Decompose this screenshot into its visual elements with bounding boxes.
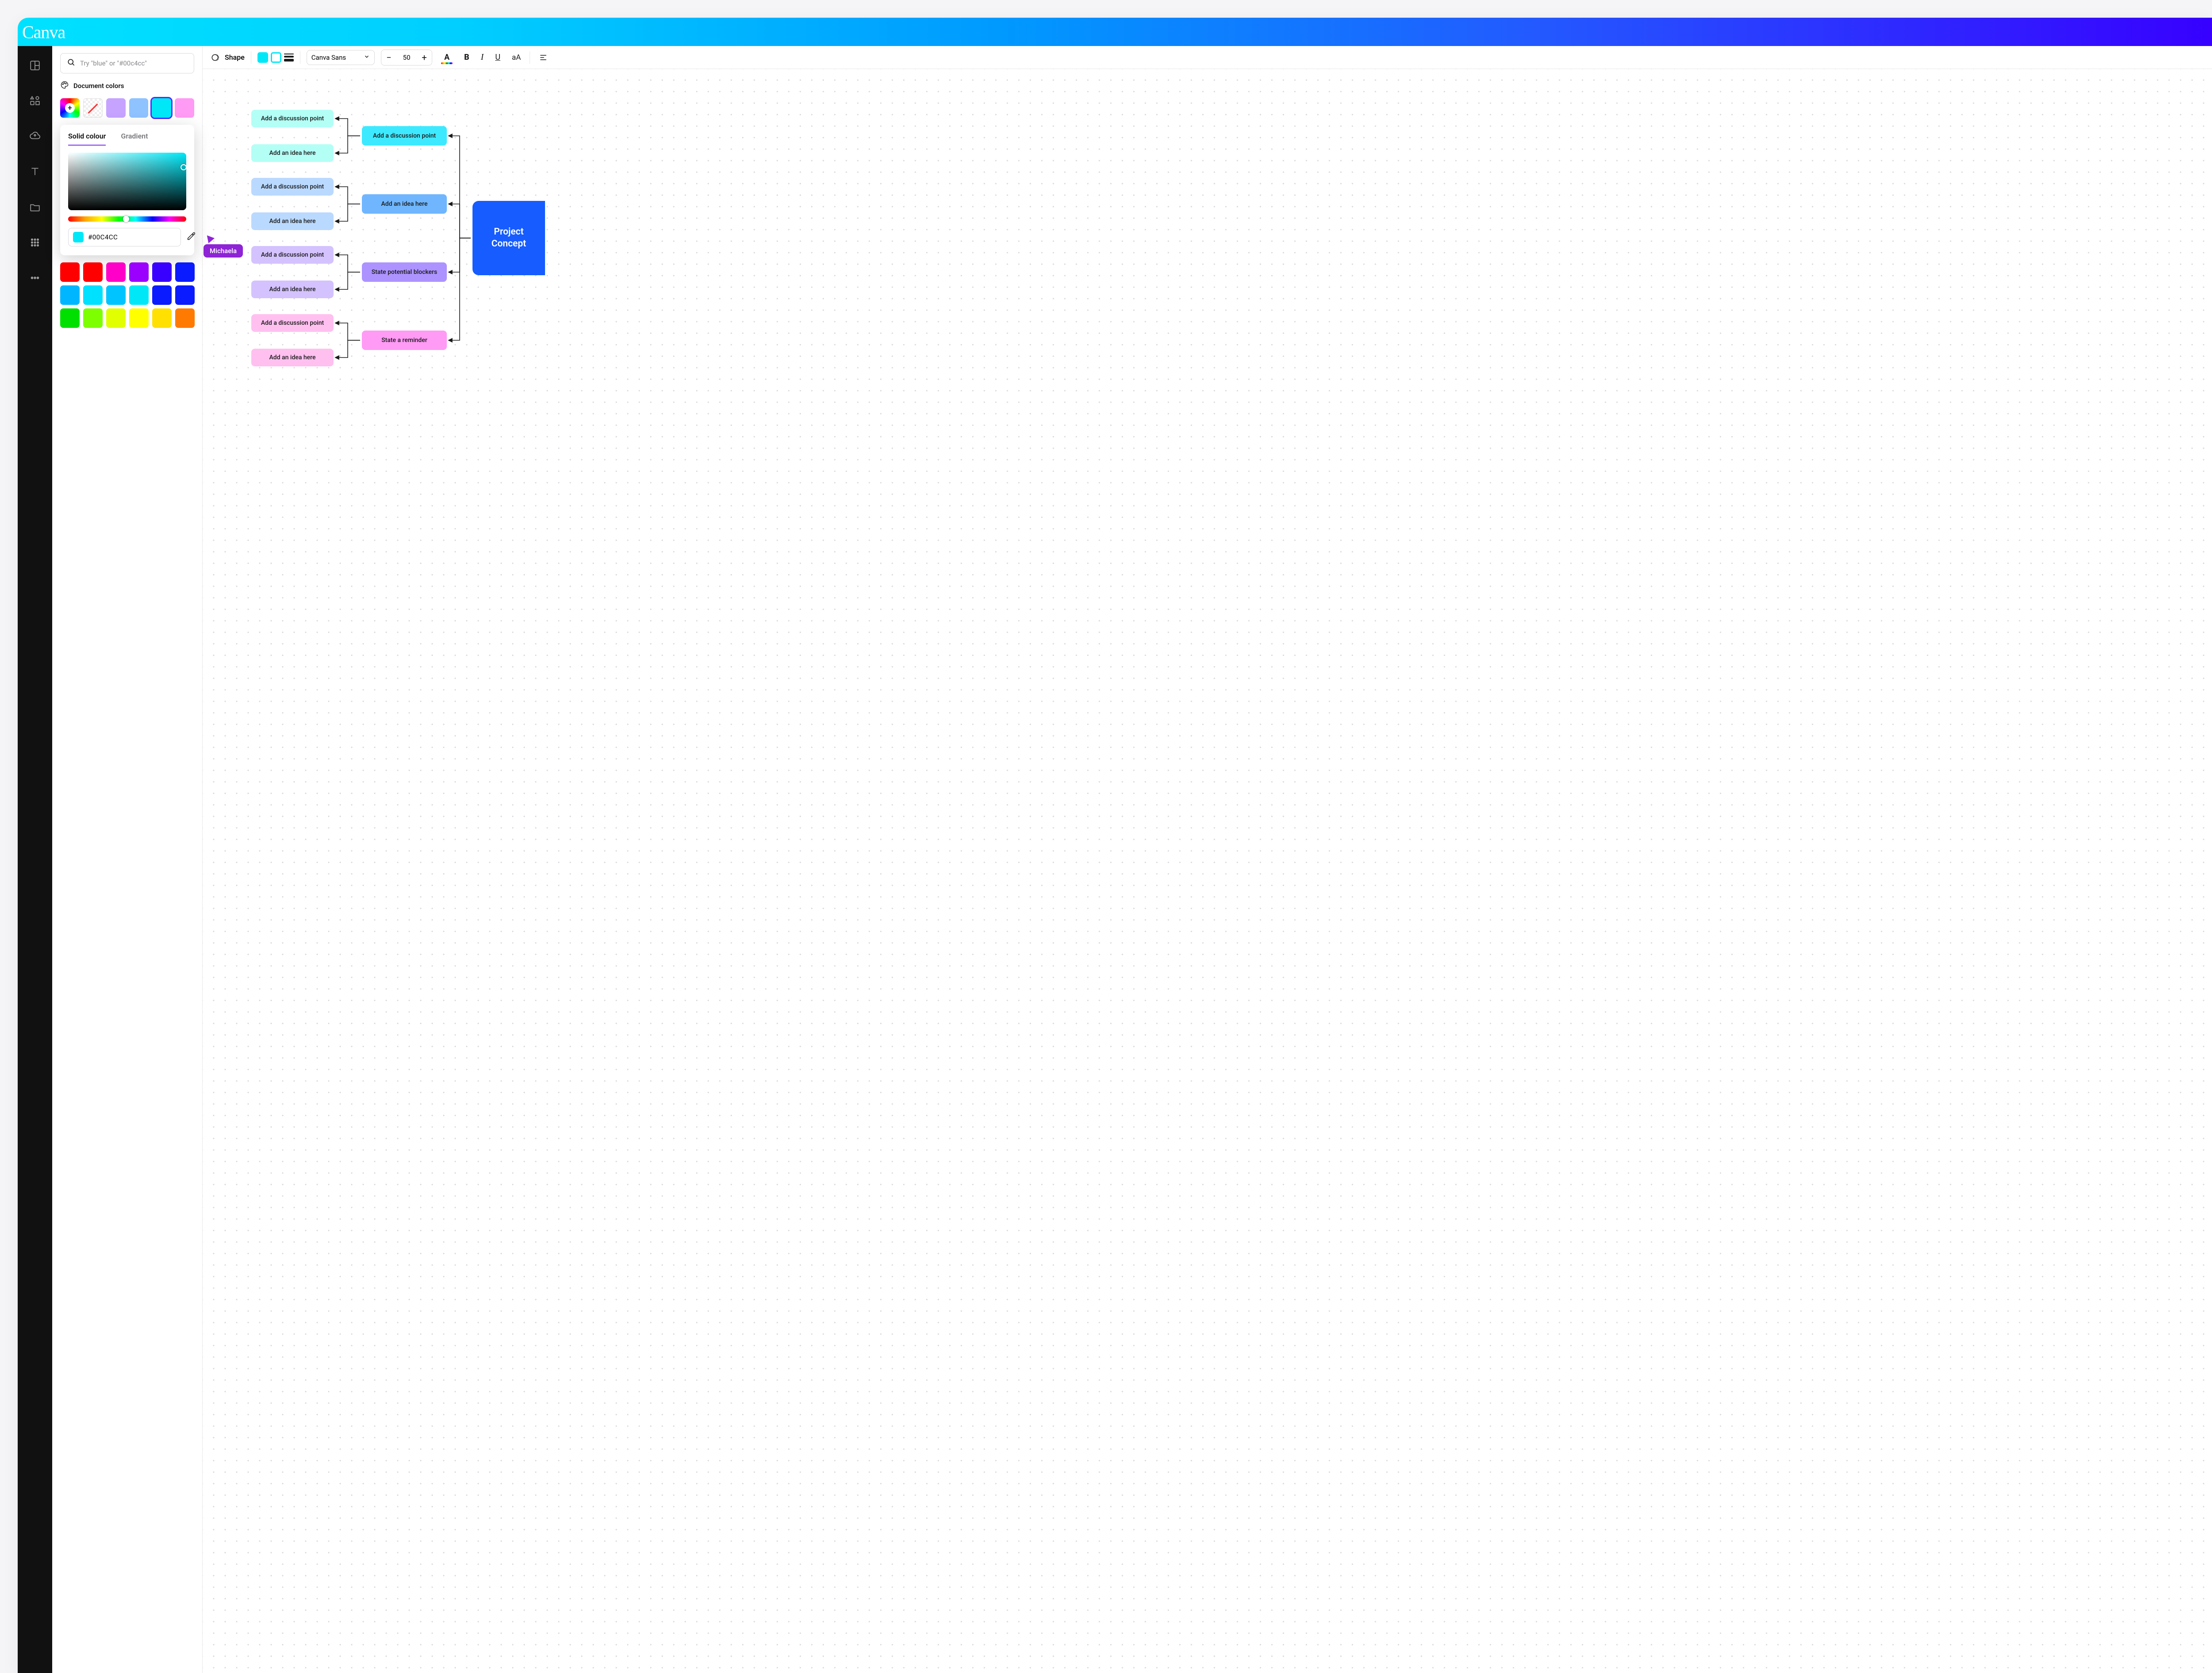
underline-button[interactable]: U <box>492 50 503 65</box>
default-swatch[interactable] <box>175 285 195 305</box>
italic-button[interactable]: I <box>478 50 487 65</box>
default-swatch[interactable] <box>129 262 149 282</box>
tab-gradient[interactable]: Gradient <box>121 132 148 146</box>
document-colors-label: Document colors <box>73 82 124 90</box>
hex-input[interactable] <box>88 233 176 241</box>
default-swatch[interactable] <box>129 308 149 328</box>
uploads-icon[interactable] <box>29 130 41 142</box>
canvas-area: Shape Canva Sans <box>203 46 2212 1673</box>
leaf-node[interactable]: Add an idea here <box>251 212 334 230</box>
hue-slider[interactable] <box>68 216 186 222</box>
text-icon[interactable] <box>29 165 41 178</box>
default-swatch[interactable] <box>106 262 126 282</box>
doc-swatch-lightblue[interactable] <box>129 98 149 118</box>
more-icon[interactable] <box>29 272 41 284</box>
leaf-node[interactable]: Add an idea here <box>251 144 334 162</box>
default-swatch-grid <box>60 262 194 328</box>
left-rail <box>18 46 52 1673</box>
text-case-button[interactable]: aA <box>509 50 523 65</box>
default-swatch[interactable] <box>106 285 126 305</box>
default-swatch[interactable] <box>175 262 195 282</box>
default-swatch[interactable] <box>129 285 149 305</box>
tab-solid-colour[interactable]: Solid colour <box>68 132 106 146</box>
color-search[interactable] <box>60 53 194 73</box>
eyedropper-button[interactable] <box>186 231 196 243</box>
default-swatch[interactable] <box>60 308 80 328</box>
default-swatch[interactable] <box>106 308 126 328</box>
default-swatch[interactable] <box>83 308 103 328</box>
leaf-node[interactable]: Add an idea here <box>251 349 334 366</box>
decrease-size-button[interactable]: − <box>381 50 396 65</box>
picker-tabs: Solid colour Gradient <box>68 132 186 146</box>
font-family-label: Canva Sans <box>311 54 346 62</box>
add-color-swatch[interactable] <box>60 98 80 118</box>
stroke-color-button[interactable] <box>271 52 281 63</box>
top-bar: Canva <box>18 18 2212 46</box>
shape-label: Shape <box>225 53 245 62</box>
default-swatch[interactable] <box>175 308 195 328</box>
default-swatch[interactable] <box>152 308 172 328</box>
leaf-node[interactable]: Add a discussion point <box>251 314 334 332</box>
document-swatch-row <box>60 98 194 118</box>
fill-controls <box>257 52 294 63</box>
hue-handle[interactable] <box>123 216 129 222</box>
document-colors-header: Document colors <box>60 81 194 91</box>
fill-color-button[interactable] <box>257 52 268 63</box>
doc-swatch-cyan[interactable] <box>152 98 171 118</box>
default-swatch[interactable] <box>83 262 103 282</box>
main-row: Document colors Solid colour Gradient <box>18 46 2212 1673</box>
shape-group: Shape <box>208 50 245 65</box>
hex-row <box>68 228 186 246</box>
default-swatch[interactable] <box>60 285 80 305</box>
root-node[interactable]: Project Concept <box>472 201 545 275</box>
whiteboard-canvas[interactable]: Add a discussion point Add an idea here Ad… <box>203 69 2212 1673</box>
branch-node[interactable]: State potential blockers <box>362 262 447 282</box>
align-button[interactable] <box>536 50 550 65</box>
shape-icon[interactable] <box>208 50 222 65</box>
projects-icon[interactable] <box>29 201 41 213</box>
hex-chip <box>73 232 84 242</box>
text-color-letter: A <box>444 53 449 62</box>
leaf-node[interactable]: Add a discussion point <box>251 178 334 196</box>
templates-icon[interactable] <box>29 59 41 72</box>
elements-icon[interactable] <box>29 95 41 107</box>
doc-swatch-lavender[interactable] <box>106 98 126 118</box>
saturation-value-panel[interactable] <box>68 153 186 210</box>
stroke-style-button[interactable] <box>284 54 294 62</box>
branch-node[interactable]: Add a discussion point <box>362 126 447 146</box>
color-search-input[interactable] <box>80 59 188 67</box>
sv-handle[interactable] <box>180 164 186 170</box>
color-side-panel: Document colors Solid colour Gradient <box>52 46 203 1673</box>
apps-icon[interactable] <box>29 236 41 249</box>
branch-node[interactable]: Add an idea here <box>362 194 447 214</box>
context-toolbar: Shape Canva Sans <box>203 46 2212 69</box>
app-window: Canva <box>18 18 2212 1673</box>
leaf-node[interactable]: Add an idea here <box>251 281 334 298</box>
bold-button[interactable]: B <box>461 50 472 65</box>
no-color-swatch[interactable] <box>83 98 103 118</box>
text-color-button[interactable]: A <box>438 49 455 66</box>
doc-swatch-pink[interactable] <box>175 98 194 118</box>
palette-icon <box>60 81 69 91</box>
font-family-select[interactable]: Canva Sans <box>307 50 375 65</box>
increase-size-button[interactable]: + <box>417 50 432 65</box>
color-picker-popover: Solid colour Gradient <box>60 125 194 255</box>
default-swatch[interactable] <box>152 262 172 282</box>
leaf-node[interactable]: Add a discussion point <box>251 246 334 264</box>
hex-input-wrap[interactable] <box>68 228 181 246</box>
default-swatch[interactable] <box>83 285 103 305</box>
default-swatch[interactable] <box>60 262 80 282</box>
search-icon <box>67 58 76 69</box>
leaf-node[interactable]: Add a discussion point <box>251 110 334 127</box>
chevron-down-icon <box>364 54 370 62</box>
font-size-value[interactable]: 50 <box>396 54 417 62</box>
text-color-bar <box>441 62 453 64</box>
branch-node[interactable]: State a reminder <box>362 331 447 350</box>
brand-logo: Canva <box>22 22 65 42</box>
font-size-stepper[interactable]: − 50 + <box>381 50 432 65</box>
default-swatch[interactable] <box>152 285 172 305</box>
